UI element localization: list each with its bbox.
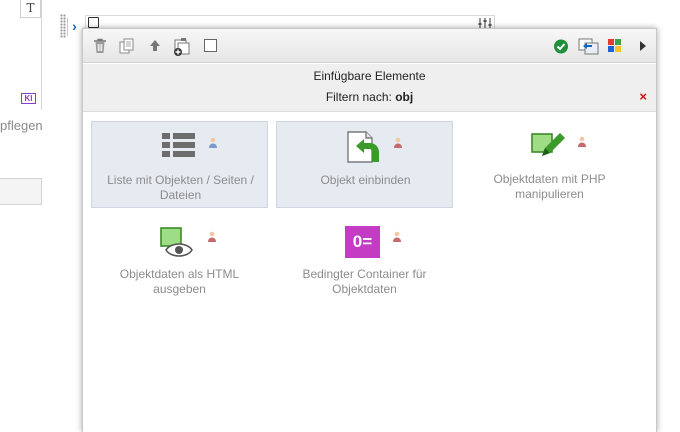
tile-label: Liste mit Objekten / Seiten / Dateien [107,173,254,202]
conditional-container-icon: 0= [343,224,383,260]
person-icon [208,136,218,148]
filter-label: Filtern nach: [325,90,392,104]
clear-filter-icon[interactable]: × [639,89,647,104]
copy-icon[interactable] [118,37,136,55]
tile-label: Objektdaten als HTML ausgeben [119,267,240,296]
left-background-strip: T KI pflegen [0,0,43,432]
duplicate-icon[interactable] [172,37,190,56]
tile-label: Bedingter Container für Objektdaten [302,267,427,296]
php-edit-icon [528,129,568,165]
background-field [85,15,495,29]
list-icon [159,130,199,166]
embed-object-icon [344,130,384,166]
check-circle-icon[interactable] [552,37,570,55]
edit-icon[interactable] [88,17,99,28]
person-icon [392,230,402,242]
partial-input-bar [0,178,42,205]
panel-header: Einfügbare Elemente Filtern nach: obj × [83,64,656,112]
person-icon [393,136,403,148]
ki-badge[interactable]: KI [21,93,36,104]
panel-title: Einfügbare Elemente [313,69,426,83]
tile-label: Objekt einbinden [320,173,411,187]
filter-line: Filtern nach: obj [83,90,656,104]
partial-label: pflegen [0,118,43,133]
trash-icon[interactable] [91,37,109,55]
text-format-icon[interactable]: T [20,0,41,18]
chevron-right-icon[interactable]: › [67,18,81,36]
panel-toolbar [83,29,656,63]
color-grid-icon[interactable] [607,37,625,55]
tile-php-manipulate[interactable]: Objektdaten mit PHP manipulieren [461,121,638,208]
tile-html-output[interactable]: Objektdaten als HTML ausgeben [91,216,268,303]
conditional-container-badge: 0= [345,226,380,258]
tile-embed-object[interactable]: Objekt einbinden [276,121,453,208]
swap-icon[interactable] [578,37,599,55]
strip-divider [41,0,42,110]
move-up-icon[interactable] [146,37,164,55]
eye-icon [158,224,198,260]
person-icon [207,230,217,242]
drag-handle-icon[interactable] [60,14,66,38]
play-icon[interactable] [636,37,654,55]
checkbox-icon[interactable] [202,37,220,55]
tile-label: Objektdaten mit PHP manipulieren [493,172,606,201]
person-icon [577,135,587,147]
tile-object-list[interactable]: Liste mit Objekten / Seiten / Dateien [91,121,268,208]
tile-conditional-container[interactable]: 0= Bedingter Container für Objektdaten [276,216,453,303]
insert-elements-panel: Einfügbare Elemente Filtern nach: obj × … [82,28,657,432]
filter-value: obj [395,90,414,104]
